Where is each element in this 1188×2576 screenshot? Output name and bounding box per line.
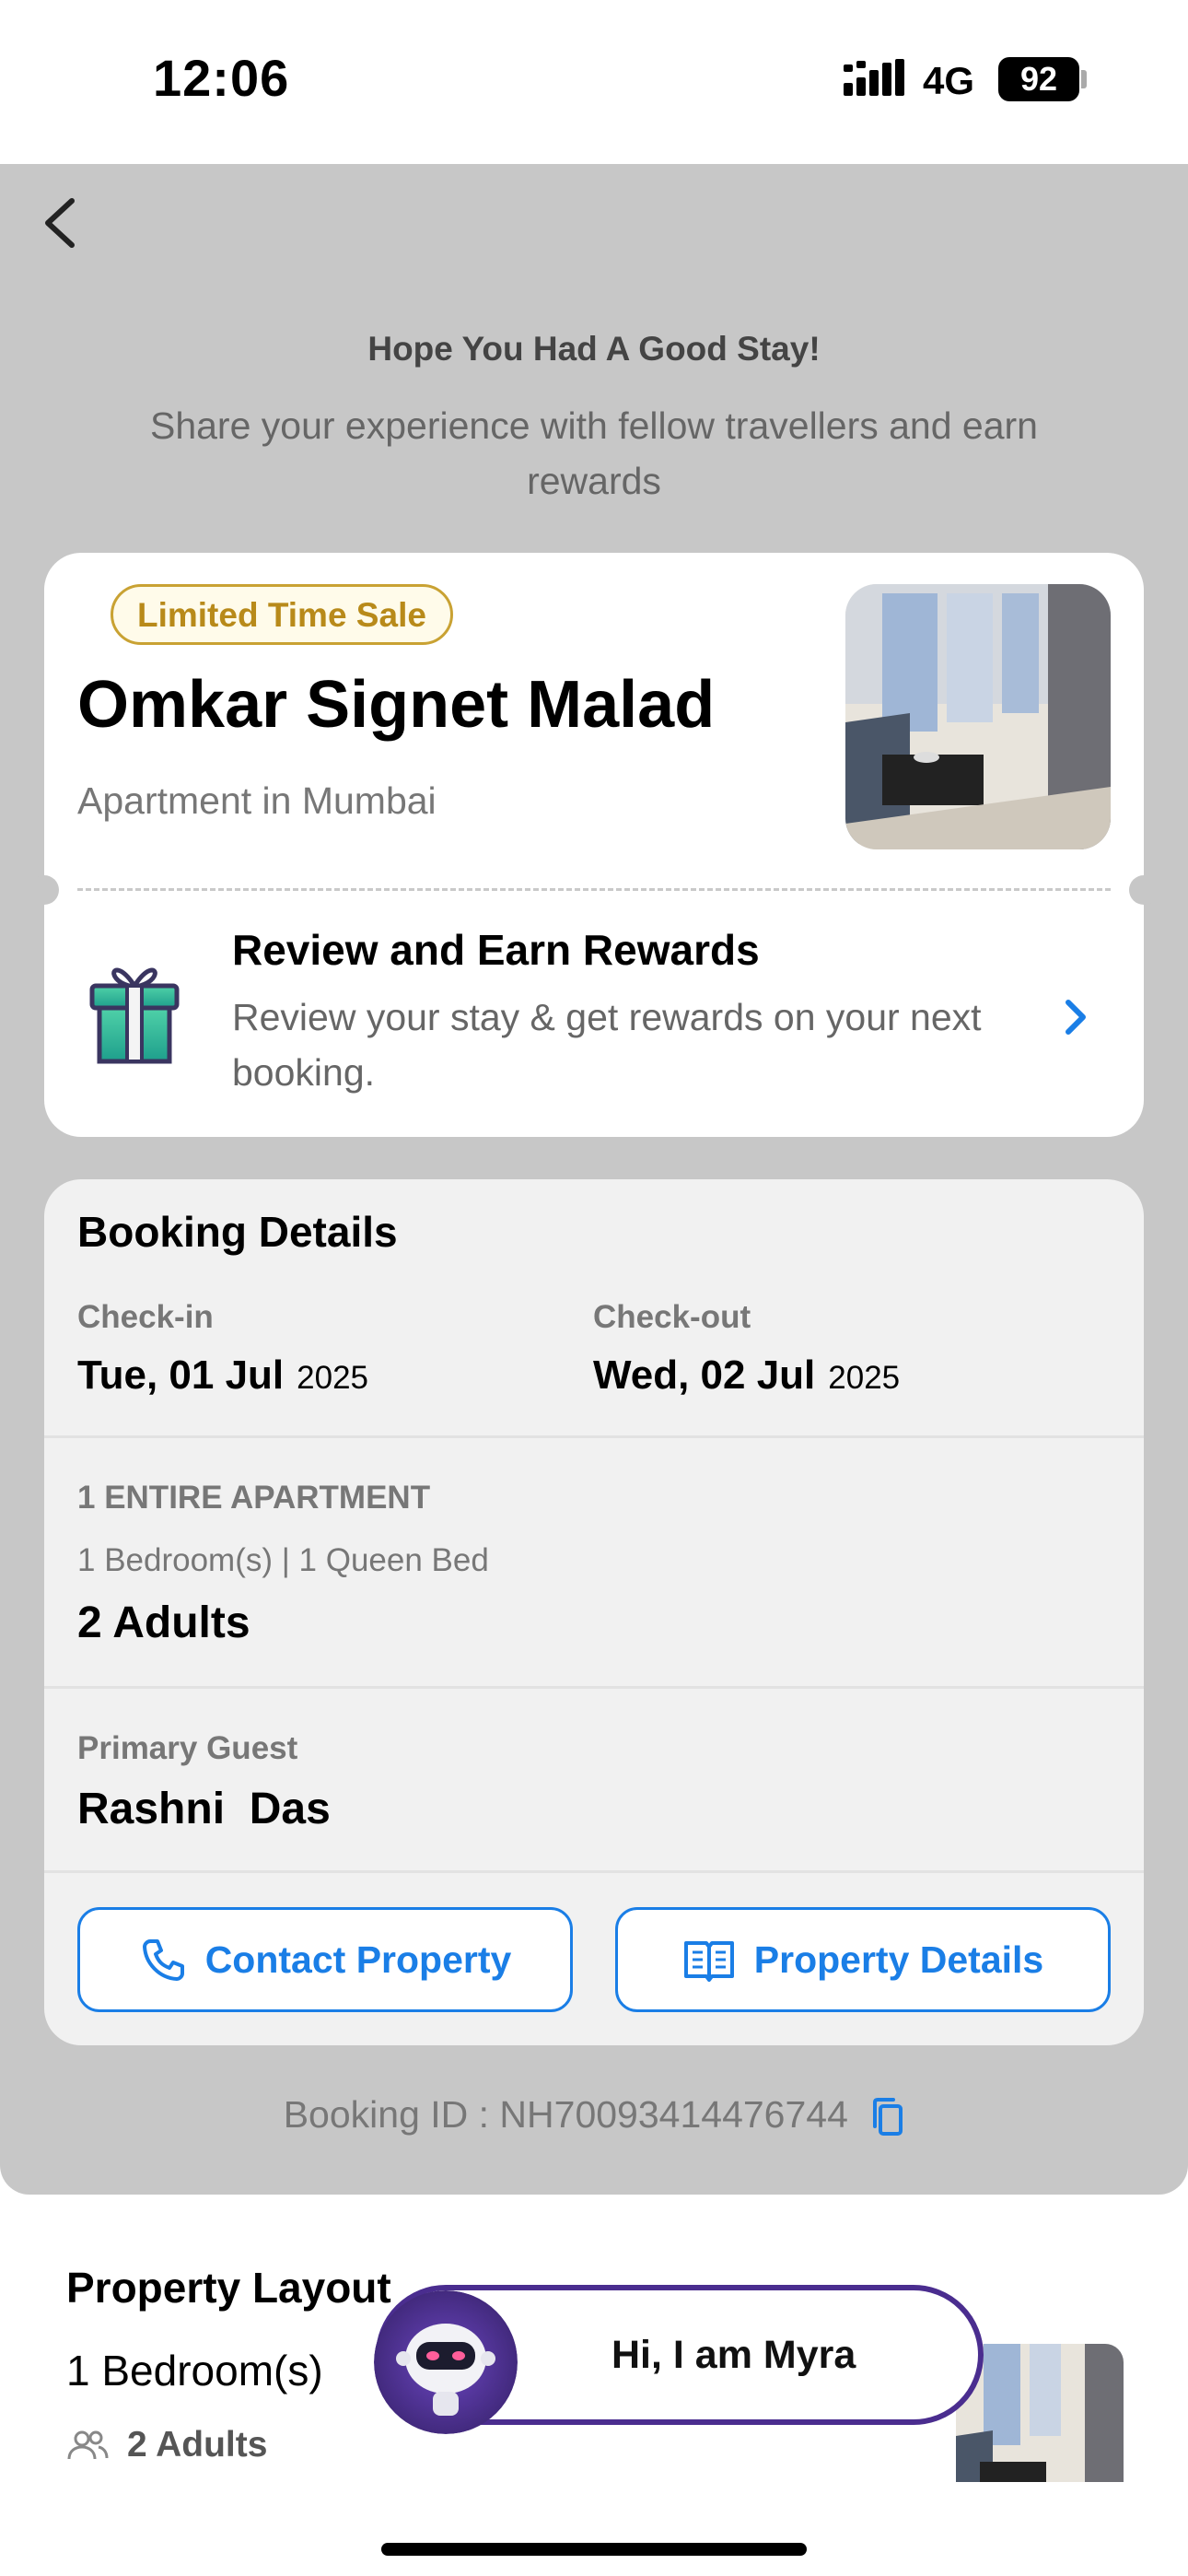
property-card[interactable]: Limited Time Sale Omkar Signet Malad Apa… bbox=[29, 553, 1159, 1137]
primary-guest-label: Primary Guest bbox=[77, 1730, 298, 1766]
guest-count: 2 Adults bbox=[77, 1598, 250, 1647]
page-headline: Hope You Had A Good Stay! bbox=[367, 330, 821, 368]
property-thumbnail[interactable] bbox=[845, 584, 1111, 849]
signal-icon bbox=[844, 59, 904, 96]
checkout-date: Wed, 02 Jul 2025 bbox=[593, 1352, 900, 1399]
status-time: 12:06 bbox=[153, 49, 290, 107]
checkin-date-text: Tue, 01 Jul bbox=[77, 1352, 285, 1398]
divider bbox=[44, 1686, 1144, 1689]
checkout-year: 2025 bbox=[828, 1360, 901, 1396]
booking-details-card: Booking Details Check-in Tue, 01 Jul 2025… bbox=[44, 1179, 1144, 2045]
property-details-label: Property Details bbox=[753, 1938, 1044, 1981]
battery-tip bbox=[1081, 70, 1087, 88]
chatbot-greeting[interactable]: Hi, I am Myra bbox=[611, 2333, 856, 2378]
layout-adults-text: 2 Adults bbox=[127, 2425, 268, 2465]
users-icon bbox=[67, 2430, 109, 2460]
sale-badge: Limited Time Sale bbox=[111, 584, 453, 645]
property-type: Apartment in Mumbai bbox=[77, 779, 437, 822]
booking-id-text: Booking ID : NH70093414476744 bbox=[283, 2093, 848, 2136]
network-label: 4G bbox=[923, 59, 975, 102]
copy-icon[interactable] bbox=[869, 2097, 904, 2137]
checkin-label: Check-in bbox=[77, 1299, 214, 1335]
room-beds: 1 Bedroom(s) | 1 Queen Bed bbox=[77, 1542, 489, 1578]
primary-guest-name: Rashni Das bbox=[77, 1785, 331, 1833]
property-name: Omkar Signet Malad bbox=[77, 668, 716, 742]
book-icon bbox=[683, 1941, 734, 1982]
back-icon[interactable] bbox=[35, 184, 90, 258]
contact-property-button[interactable]: Contact Property bbox=[77, 1907, 573, 2012]
ticket-notch-right bbox=[1129, 875, 1159, 905]
booking-id: Booking ID : NH70093414476744 bbox=[0, 2093, 1188, 2137]
room-type: 1 ENTIRE APARTMENT bbox=[77, 1480, 431, 1516]
property-details-button[interactable]: Property Details bbox=[615, 1907, 1111, 2012]
divider bbox=[44, 1435, 1144, 1438]
property-layout-title: Property Layout bbox=[66, 2264, 391, 2312]
checkin-date: Tue, 01 Jul 2025 bbox=[77, 1352, 368, 1399]
rewards-subtitle: Review your stay & get rewards on your n… bbox=[232, 996, 982, 1094]
checkin-year: 2025 bbox=[297, 1360, 369, 1396]
layout-adults: 2 Adults bbox=[66, 2425, 267, 2465]
checkout-date-text: Wed, 02 Jul bbox=[593, 1352, 816, 1398]
layout-bedrooms: 1 Bedroom(s) bbox=[66, 2347, 323, 2395]
contact-property-label: Contact Property bbox=[204, 1938, 512, 1981]
chevron-right-icon[interactable] bbox=[1057, 991, 1094, 1043]
booking-details-title: Booking Details bbox=[77, 1208, 398, 1256]
home-indicator[interactable] bbox=[381, 2543, 807, 2556]
card-divider bbox=[77, 888, 1111, 891]
battery-icon: 92 bbox=[998, 57, 1079, 101]
ticket-notch-left bbox=[29, 875, 59, 905]
status-bar: 12:06 4G 92 bbox=[0, 0, 1188, 164]
checkout-label: Check-out bbox=[593, 1299, 751, 1335]
phone-icon bbox=[142, 1939, 184, 1981]
gift-icon bbox=[89, 967, 180, 1064]
bot-avatar[interactable] bbox=[374, 2290, 518, 2434]
rewards-title[interactable]: Review and Earn Rewards bbox=[232, 925, 760, 975]
divider bbox=[44, 1870, 1144, 1873]
page-subtext: Share your experience with fellow travel… bbox=[149, 404, 1038, 502]
home-area bbox=[0, 2482, 1188, 2576]
